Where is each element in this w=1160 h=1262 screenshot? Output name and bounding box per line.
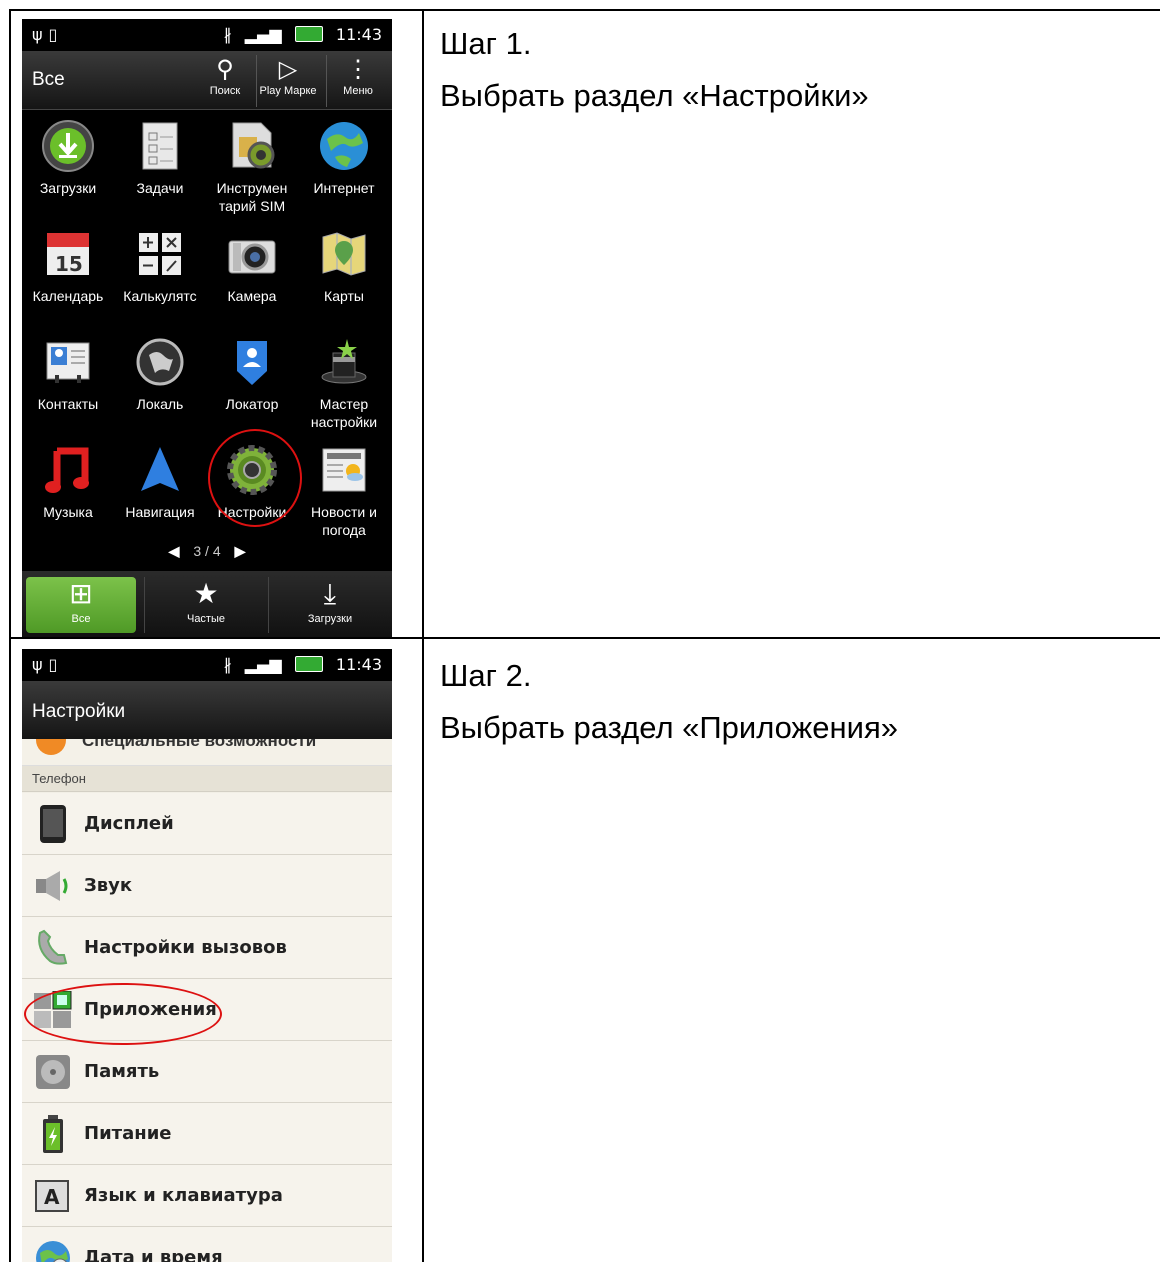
setup-wizard-icon — [317, 335, 371, 389]
highlight-ring-applications — [24, 983, 222, 1045]
bluetooth-icon: ∦ — [223, 655, 232, 674]
locator-icon — [225, 335, 279, 389]
svg-text:15: 15 — [55, 252, 83, 276]
app-tasks[interactable]: Задачи — [114, 119, 206, 197]
step-1-title: Шаг 1. — [440, 26, 532, 61]
speaker-icon — [34, 867, 72, 905]
battery-icon — [34, 1115, 72, 1153]
app-downloads[interactable]: Загрузки — [22, 119, 114, 197]
app-sim-toolkit[interactable]: Инструмен тарий SIM — [206, 119, 298, 215]
tab-downloads[interactable]: ⤓ Загрузки — [268, 577, 391, 633]
settings-item-date-time[interactable]: Дата и время — [22, 1227, 392, 1262]
section-header-phone: Телефон — [22, 766, 392, 792]
app-navigation[interactable]: Навигация — [114, 443, 206, 521]
usb-icon: ψ▯ — [32, 655, 64, 674]
app-maps[interactable]: Карты — [298, 227, 390, 305]
settings-item-display[interactable]: Дисплей — [22, 793, 392, 855]
battery-status-icon — [294, 26, 323, 42]
music-icon — [41, 443, 95, 497]
locale-icon — [133, 335, 187, 389]
settings-screenshot: ψ▯ ∦ ▂▄▆ 11:43 Настройки Специальные воз… — [22, 649, 392, 1262]
menu-icon: ⋮ — [346, 56, 370, 83]
status-bar: ψ▯ ∦ ▂▄▆ 11:43 — [22, 19, 392, 51]
status-time: 11:43 — [335, 25, 382, 44]
next-page-icon[interactable]: ▶ — [235, 543, 246, 559]
settings-title: Настройки — [32, 701, 126, 722]
tasks-icon — [133, 119, 187, 173]
app-music[interactable]: Музыка — [22, 443, 114, 521]
settings-item-sound[interactable]: Звук — [22, 855, 392, 917]
app-locale[interactable]: Локаль — [114, 335, 206, 413]
search-button[interactable]: ⚲ Поиск — [194, 55, 256, 107]
phone-display-icon — [34, 805, 72, 843]
play-store-icon: ▷ — [278, 56, 298, 83]
accessibility-icon — [36, 739, 66, 755]
app-drawer-header: Все ⚲ Поиск ▷ Play Марке ⋮ Меню — [22, 51, 392, 110]
usb-icon: ψ▯ — [32, 25, 64, 44]
step-2-text: Выбрать раздел «Приложения» — [440, 710, 898, 745]
tab-all[interactable]: ⊞ Все — [26, 577, 136, 633]
settings-header: Настройки — [22, 681, 392, 740]
status-time: 11:43 — [335, 655, 382, 674]
svg-text:A: A — [44, 1185, 60, 1209]
news-weather-icon — [317, 443, 371, 497]
step-2-title: Шаг 2. — [440, 658, 532, 693]
step-2-caption: Шаг 2. Выбрать раздел «Приложения» — [440, 650, 898, 754]
bluetooth-icon: ∦ — [223, 25, 232, 44]
app-calculator[interactable]: Калькулятс — [114, 227, 206, 305]
app-setup-wizard[interactable]: Мастер настройки — [298, 335, 390, 431]
contacts-icon — [41, 335, 95, 389]
highlight-ring-settings — [208, 429, 302, 527]
call-handset-icon — [34, 929, 72, 967]
play-store-button[interactable]: ▷ Play Марке — [256, 55, 319, 107]
app-news-weather[interactable]: Новости и погода — [298, 443, 390, 539]
app-contacts[interactable]: Контакты — [22, 335, 114, 413]
prev-page-icon[interactable]: ◀ — [169, 543, 180, 559]
maps-icon — [317, 227, 371, 281]
grid-icon: ⊞ — [69, 578, 93, 609]
app-locator[interactable]: Локатор — [206, 335, 298, 413]
globe-clock-icon — [34, 1239, 72, 1262]
table-column-divider — [422, 9, 424, 1262]
star-icon: ★ — [193, 578, 219, 609]
app-internet[interactable]: Интернет — [298, 119, 390, 197]
app-calendar[interactable]: 15 Календарь — [22, 227, 114, 305]
calculator-icon — [133, 227, 187, 281]
search-icon: ⚲ — [216, 56, 234, 83]
settings-item-storage[interactable]: Память — [22, 1041, 392, 1103]
settings-item-language-keyboard[interactable]: A Язык и клавиатура — [22, 1165, 392, 1227]
accessibility-row-partial[interactable]: Специальные возможности — [22, 739, 392, 766]
battery-status-icon — [294, 656, 323, 672]
settings-item-call-settings[interactable]: Настройки вызовов — [22, 917, 392, 979]
app-drawer-title: Все — [32, 69, 65, 90]
settings-item-power[interactable]: Питание — [22, 1103, 392, 1165]
signal-icon: ▂▄▆ — [244, 655, 282, 674]
download-icon — [41, 119, 95, 173]
tab-frequent[interactable]: ★ Частые — [144, 577, 267, 633]
globe-icon — [317, 119, 371, 173]
page-indicator: ◀ 3 / 4 ▶ — [168, 543, 246, 559]
keyboard-a-icon: A — [34, 1177, 72, 1215]
menu-button[interactable]: ⋮ Меню — [326, 55, 389, 107]
app-drawer-dock: ⊞ Все ★ Частые ⤓ Загрузки — [22, 571, 392, 637]
step-1-text: Выбрать раздел «Настройки» — [440, 78, 869, 113]
status-bar: ψ▯ ∦ ▂▄▆ 11:43 — [22, 649, 392, 681]
storage-disk-icon — [34, 1053, 72, 1091]
signal-icon: ▂▄▆ — [244, 25, 282, 44]
calendar-icon: 15 — [41, 227, 95, 281]
step-1-caption: Шаг 1. Выбрать раздел «Настройки» — [440, 18, 869, 122]
table-row-divider — [9, 637, 1160, 639]
sim-toolkit-icon — [225, 119, 279, 173]
app-camera[interactable]: Камера — [206, 227, 298, 305]
app-drawer-screenshot: ψ▯ ∦ ▂▄▆ 11:43 Все ⚲ Поиск ▷ Play Марке … — [22, 19, 392, 637]
navigation-icon — [133, 443, 187, 497]
download-arrow-icon: ⤓ — [323, 578, 337, 609]
camera-icon — [225, 227, 279, 281]
